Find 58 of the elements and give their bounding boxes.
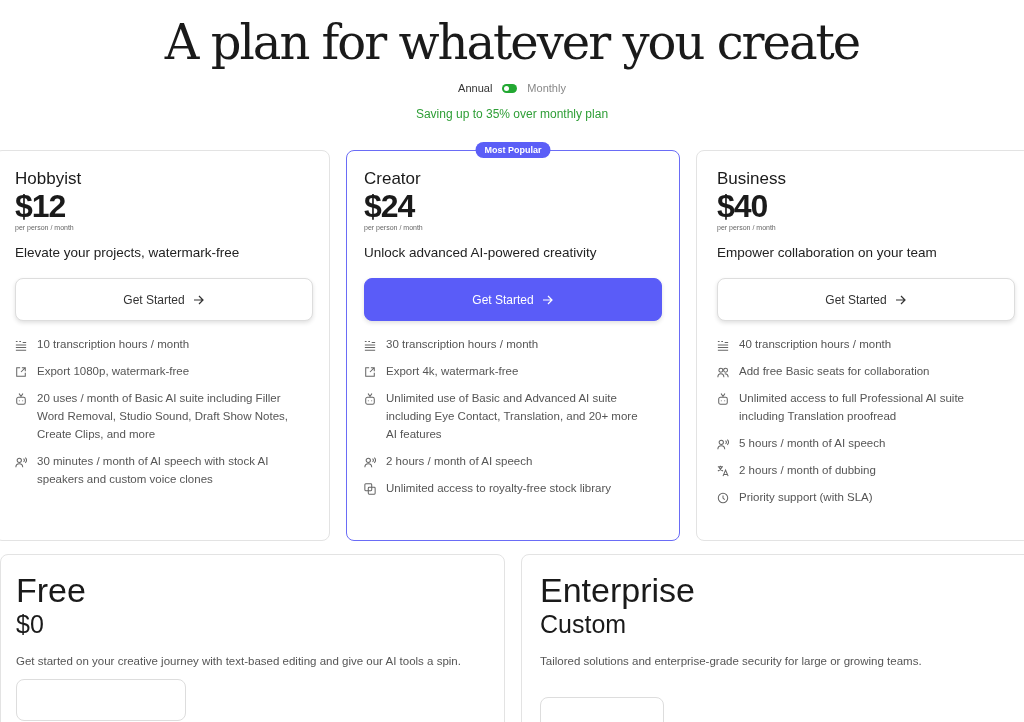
plan-button[interactable] bbox=[16, 679, 186, 721]
feature-text: Unlimited access to royalty-free stock library bbox=[386, 481, 611, 496]
feature-text: Export 1080p, watermark-free bbox=[37, 364, 190, 379]
plan-price: Custom bbox=[540, 609, 628, 639]
export-icon bbox=[364, 366, 376, 378]
feature-text: 5 hours / month of AI speech bbox=[739, 436, 886, 451]
translate-icon bbox=[717, 465, 729, 477]
page-title: A plan for whatever you create bbox=[163, 13, 861, 72]
feature-text: 2 hours / month of AI speech bbox=[386, 454, 533, 469]
clock-icon bbox=[717, 492, 729, 504]
plan-tagline: Empower collaboration on your team bbox=[717, 245, 938, 260]
plan-name: Hobbyist bbox=[15, 169, 83, 189]
feature-text: 40 transcription hours / month bbox=[739, 337, 892, 352]
get-started-button[interactable]: Get Started bbox=[717, 278, 1015, 321]
arrow-icon bbox=[894, 294, 907, 305]
plan-tagline: Unlock advanced AI-powered creativity bbox=[364, 245, 598, 260]
popular-badge: Most Popular bbox=[475, 142, 551, 158]
arrow-icon bbox=[541, 294, 554, 305]
plan-description: Tailored solutions and enterprise-grade security for large or growing teams. bbox=[540, 654, 923, 669]
feature-text: 30 transcription hours / month bbox=[386, 337, 539, 352]
feature-text: 2 hours / month of dubbing bbox=[739, 463, 876, 478]
speaking-person-icon bbox=[717, 438, 729, 450]
billing-toggle[interactable] bbox=[502, 83, 518, 93]
savings-note: Saving up to 35% over monthly plan bbox=[414, 107, 610, 121]
billing-option[interactable]: Monthly bbox=[527, 82, 566, 94]
plan-price: $40 bbox=[717, 189, 769, 223]
feature-text: 20 uses / month of Basic AI suite including Filler Word Removal, Studio Sound, Draft Show Notes, Create Clips, and more bbox=[37, 391, 289, 442]
transcript-icon bbox=[15, 339, 27, 351]
billing-option[interactable]: Annual bbox=[458, 82, 493, 94]
plan-price: $12 bbox=[15, 189, 67, 223]
speaking-person-icon bbox=[364, 456, 376, 468]
plan-description: Get started on your creative journey with text-based editing and give our AI tools a spin. bbox=[16, 654, 462, 669]
plan-tagline: Elevate your projects, watermark-free bbox=[15, 245, 241, 260]
plan-name: Business bbox=[717, 169, 787, 189]
feature-text: Priority support (with SLA) bbox=[739, 490, 873, 505]
speaking-person-icon bbox=[15, 456, 27, 468]
people-icon bbox=[717, 366, 729, 378]
plan-price: $24 bbox=[364, 189, 416, 223]
robot-icon bbox=[717, 393, 729, 405]
transcript-icon bbox=[717, 339, 729, 351]
transcript-icon bbox=[364, 339, 376, 351]
feature-text: 10 transcription hours / month bbox=[37, 337, 190, 352]
feature-text: Unlimited use of Basic and Advanced AI suite including Eye Contact, Translation, and 20+ more AI features bbox=[386, 391, 639, 442]
library-icon bbox=[364, 483, 376, 495]
plan-price: $0 bbox=[16, 609, 45, 639]
robot-icon bbox=[15, 393, 27, 405]
feature-text: Add free Basic seats for collaboration bbox=[739, 364, 930, 379]
feature-text: Export 4k, watermark-free bbox=[386, 364, 519, 379]
robot-icon bbox=[364, 393, 376, 405]
export-icon bbox=[15, 366, 27, 378]
feature-text: 30 minutes / month of AI speech with stock AI speakers and custom voice clones bbox=[37, 454, 270, 487]
arrow-icon bbox=[192, 294, 205, 305]
plan-name: Free bbox=[16, 571, 87, 609]
plan-name: Creator bbox=[364, 169, 422, 189]
feature-text: Unlimited access to full Professional AI suite including Translation proofread bbox=[739, 391, 965, 424]
get-started-button[interactable]: Get Started bbox=[15, 278, 313, 321]
plan-name: Enterprise bbox=[540, 571, 696, 609]
get-started-button[interactable]: Get Started bbox=[364, 278, 662, 321]
